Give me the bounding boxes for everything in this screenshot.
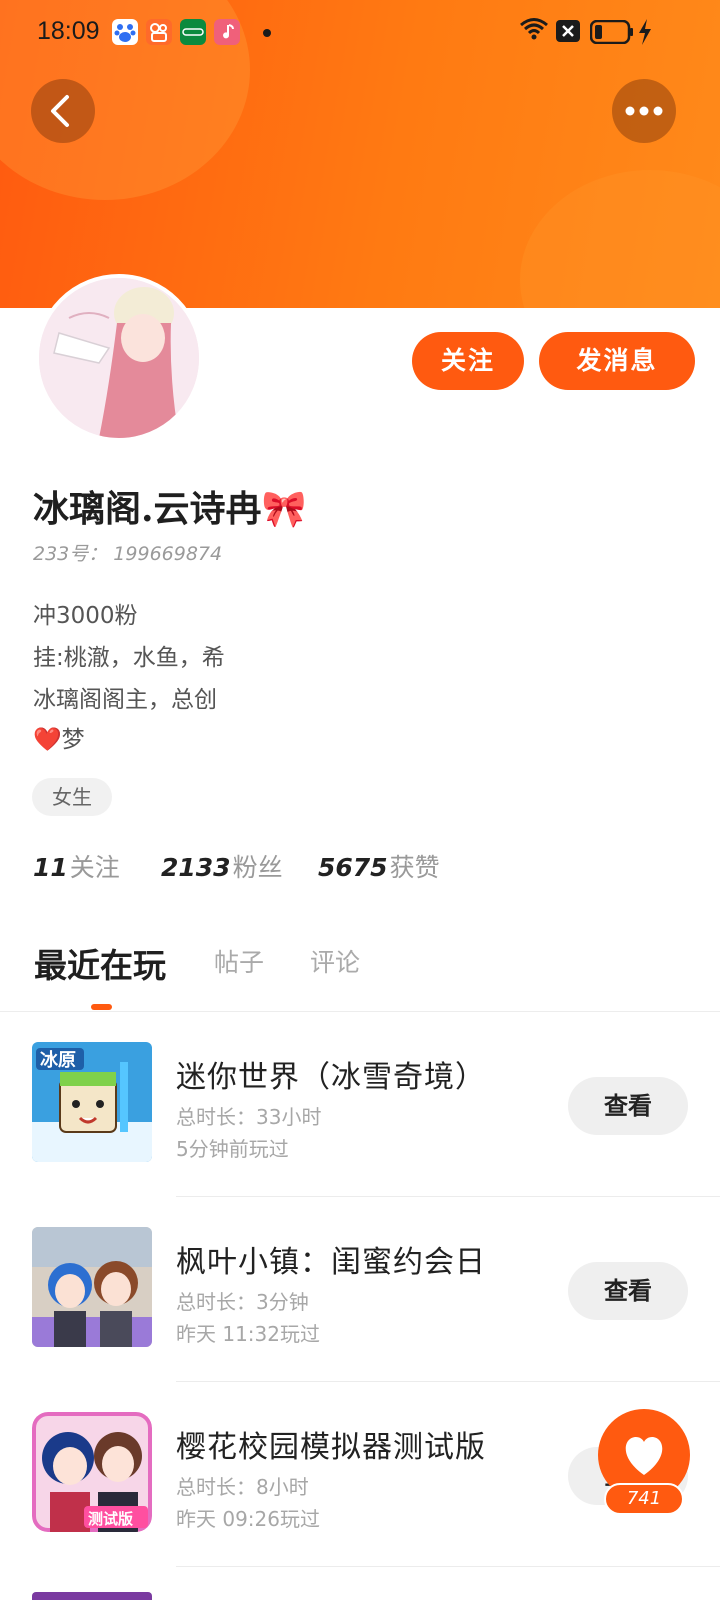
- likes-count: 5675: [318, 853, 388, 882]
- tab-recent-play[interactable]: 最近在玩: [34, 939, 166, 987]
- fans-count: 2133: [161, 853, 231, 882]
- user-id: 233号： 199669874: [33, 543, 223, 565]
- game-last-played: 昨天 11:32玩过: [176, 1322, 320, 1346]
- view-game-button[interactable]: 查看: [568, 1262, 688, 1320]
- bio-line: ❤️梦: [33, 727, 85, 753]
- thumbnail-label: 测试版: [88, 1510, 134, 1528]
- divider: [176, 1566, 720, 1567]
- likes-label: 获赞: [389, 853, 440, 882]
- tab-posts[interactable]: 帖子: [214, 943, 264, 979]
- status-bar: 18:09: [0, 0, 720, 64]
- bio-line: 冰璃阁阁主，总创: [33, 687, 217, 713]
- chevron-left-icon: [51, 95, 69, 127]
- fans-label: 粉丝: [232, 853, 283, 882]
- close-box-icon: [556, 20, 580, 42]
- wifi-icon: [520, 18, 548, 40]
- avatar[interactable]: [35, 274, 203, 442]
- following-count: 11: [33, 853, 68, 882]
- status-time: 18:09: [37, 17, 100, 45]
- send-message-button[interactable]: 发消息: [539, 332, 695, 390]
- like-count-badge: 741: [604, 1483, 684, 1515]
- game-play-duration: 总时长：3分钟: [176, 1290, 309, 1314]
- battery-icon: [590, 20, 633, 44]
- back-button[interactable]: [31, 79, 95, 143]
- game-thumbnail: 冰原: [32, 1042, 152, 1162]
- more-horizontal-icon: [625, 106, 663, 116]
- game-thumbnail: [32, 1227, 152, 1347]
- music-app-icon: [214, 19, 240, 45]
- follow-button[interactable]: 关注: [412, 332, 524, 390]
- game-title: 迷你世界（冰雪奇境）: [176, 1060, 486, 1095]
- fans-stat[interactable]: 2133粉丝: [161, 848, 283, 884]
- game-play-duration: 总时长：33小时: [176, 1105, 322, 1129]
- active-tab-indicator: [91, 1004, 112, 1010]
- game-thumbnail: 测试版: [32, 1412, 152, 1532]
- game-title: 枫叶小镇：闺蜜约会日: [176, 1245, 486, 1280]
- game-last-played: 昨天 09:26玩过: [176, 1507, 320, 1531]
- game-list-item[interactable]: 冰原 迷你世界（冰雪奇境） 总时长：33小时 5分钟前玩过 查看: [0, 1012, 720, 1197]
- following-stat[interactable]: 11关注: [33, 848, 120, 884]
- game-list-item[interactable]: 枫叶小镇：闺蜜约会日 总时长：3分钟 昨天 11:32玩过 查看: [0, 1197, 720, 1382]
- following-label: 关注: [69, 853, 120, 882]
- view-game-button[interactable]: 查看: [568, 1077, 688, 1135]
- game-last-played: 5分钟前玩过: [176, 1137, 289, 1161]
- notification-dot: [263, 29, 271, 37]
- baidu-app-icon: [112, 19, 138, 45]
- game-title: 樱花校园模拟器测试版: [176, 1430, 486, 1465]
- likes-stat: 5675获赞: [318, 848, 440, 884]
- bio-line: 冲3000粉: [33, 603, 138, 629]
- user-name: 冰璃阁.云诗冉🎀: [33, 488, 307, 530]
- banner-decoration: [520, 170, 720, 308]
- game-play-duration: 总时长：8小时: [176, 1475, 309, 1499]
- more-button[interactable]: [612, 79, 676, 143]
- charging-icon: [639, 19, 651, 45]
- game-thumbnail: [32, 1592, 152, 1600]
- kuaishou-app-icon: [146, 19, 172, 45]
- bio-line: 挂:桃澈，水鱼，希: [33, 645, 225, 671]
- thumbnail-label: 冰原: [40, 1050, 76, 1071]
- tab-comments[interactable]: 评论: [310, 943, 360, 979]
- oppo-app-icon: [180, 19, 206, 45]
- gender-tag: 女生: [32, 778, 112, 816]
